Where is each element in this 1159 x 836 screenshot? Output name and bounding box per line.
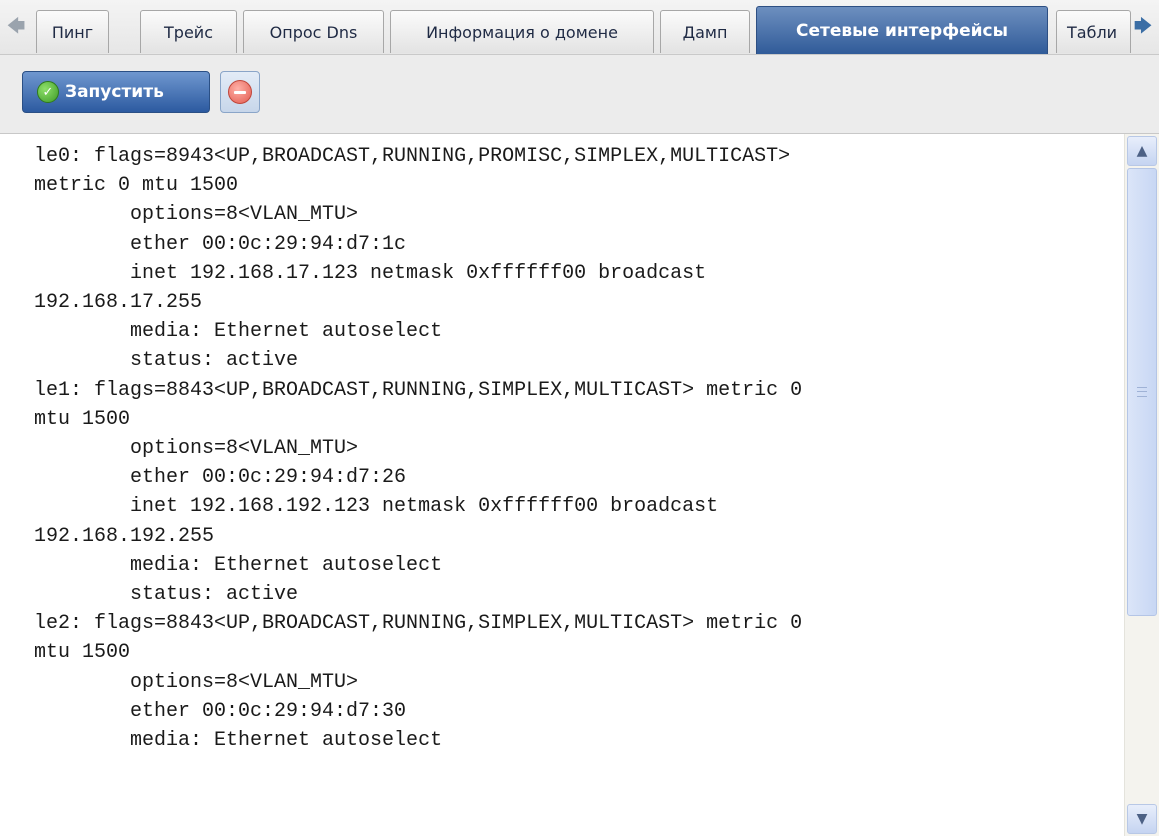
output-line: ether 00:0c:29:94:d7:26 [34,466,407,490]
output-line: inet 192.168.192.123 netmask 0xffffff00 … [34,495,719,519]
stop-button[interactable] [220,71,260,113]
grip-icon [1137,387,1147,397]
output-line: metric 0 mtu 1500 [34,174,239,198]
output-line: media: Ethernet autoselect [34,729,443,753]
scroll-up-icon[interactable]: ▲ [1127,136,1157,166]
tab-trace[interactable]: Трейс [140,10,237,53]
run-button-label: Запустить [65,82,164,102]
output-line: options=8<VLAN_MTU> [34,670,359,694]
toolbar: ✓ Запустить [0,55,1159,134]
output-line: options=8<VLAN_MTU> [34,203,359,227]
output-panel: le0: flags=8943<UP,BROADCAST,RUNNING,PRO… [0,134,1118,836]
output-line: le0: flags=8943<UP,BROADCAST,RUNNING,PRO… [34,145,791,168]
output-line: status: active [34,349,299,373]
tab-dns-query[interactable]: Опрос Dns [243,10,384,53]
output-line: mtu 1500 [34,641,131,665]
output-line: media: Ethernet autoselect [34,553,443,577]
output-line: status: active [34,583,299,607]
run-button[interactable]: ✓ Запустить [22,71,210,113]
output-line: ether 00:0c:29:94:d7:30 [34,699,407,723]
check-circle-icon: ✓ [37,81,59,103]
output-line: mtu 1500 [34,407,131,431]
output-line: inet 192.168.17.123 netmask 0xffffff00 b… [34,261,707,285]
tab-scroll-left-icon[interactable]: 🡄 [0,10,32,48]
scroll-down-icon[interactable]: ▼ [1127,804,1157,834]
tab-dump[interactable]: Дамп [660,10,750,53]
output-line: 192.168.17.255 [34,291,203,315]
scrollbar-thumb[interactable] [1127,168,1157,616]
output-line: le1: flags=8843<UP,BROADCAST,RUNNING,SIM… [34,378,803,402]
tab-domain-info[interactable]: Информация о домене [390,10,654,53]
tab-strip: 🡄 Пинг Трейс Опрос Dns Информация о доме… [0,0,1159,55]
tab-network-interfaces[interactable]: Сетевые интерфейсы [756,6,1048,55]
output-line: ether 00:0c:29:94:d7:1c [34,232,407,256]
output-text: le0: flags=8943<UP,BROADCAST,RUNNING,PRO… [34,142,1118,755]
output-line: options=8<VLAN_MTU> [34,437,359,461]
tab-scroll-right-icon[interactable]: 🡆 [1127,10,1159,48]
output-line: 192.168.192.255 [34,524,215,548]
vertical-scrollbar[interactable]: ▲ ▼ [1124,134,1159,836]
tab-ping[interactable]: Пинг [36,10,109,53]
stop-icon [228,80,252,104]
output-line: media: Ethernet autoselect [34,320,443,344]
tab-tables[interactable]: Табли [1056,10,1131,53]
output-line: le2: flags=8843<UP,BROADCAST,RUNNING,SIM… [34,612,803,636]
